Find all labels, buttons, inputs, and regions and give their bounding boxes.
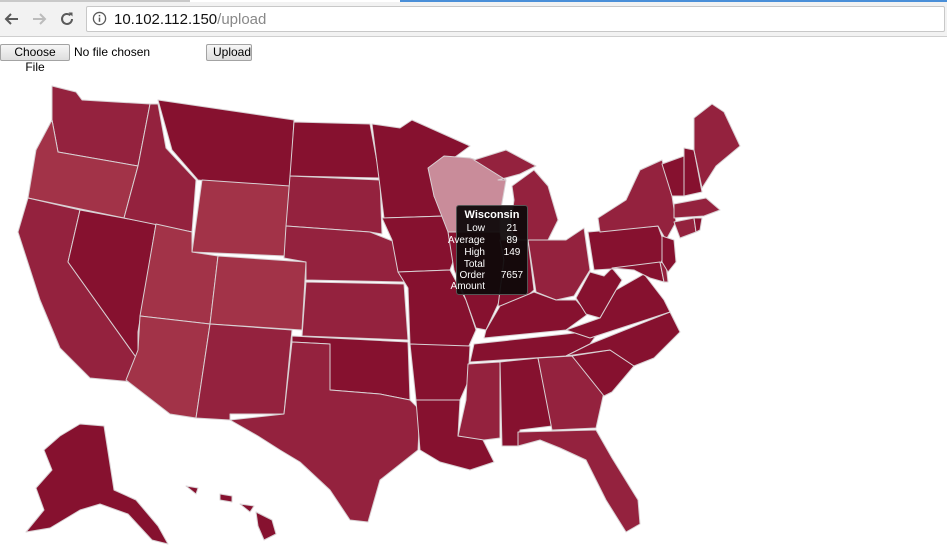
- arrow-right-icon: [33, 13, 47, 25]
- info-icon[interactable]: [92, 11, 107, 26]
- state-rhode-island[interactable]: [693, 217, 703, 233]
- state-north-dakota[interactable]: [289, 121, 381, 179]
- tooltip-row-label: High: [464, 247, 485, 258]
- tooltip-title: Wisconsin: [464, 209, 520, 221]
- state-new-mexico[interactable]: [195, 323, 293, 421]
- state-massachusetts[interactable]: [673, 197, 721, 219]
- tooltip-row: Amount: [451, 281, 527, 293]
- tooltip-row: Average 89: [448, 235, 527, 247]
- tooltip-row-value: 89: [506, 235, 518, 246]
- tooltip-row-label: Low: [466, 223, 485, 234]
- tooltip-row: Low 21: [457, 223, 527, 235]
- url-host: 10.102.112.150: [114, 11, 218, 28]
- tooltip-row-label: Order: [459, 270, 485, 281]
- us-states-map: [17, 85, 741, 545]
- back-button[interactable]: [1, 9, 23, 29]
- reload-button[interactable]: [56, 9, 78, 29]
- tooltip-row-label: Average: [447, 235, 485, 246]
- no-file-label: No file chosen: [74, 45, 151, 59]
- url-text: 10.102.112.150/upload: [114, 11, 266, 28]
- choose-file-button[interactable]: Choose File: [0, 44, 70, 74]
- address-bar[interactable]: 10.102.112.150/upload: [86, 6, 945, 32]
- state-maine[interactable]: [693, 103, 741, 189]
- browser-toolbar: 10.102.112.150/upload: [0, 2, 947, 37]
- upload-button[interactable]: Upload: [206, 44, 252, 61]
- state-florida[interactable]: [517, 429, 641, 533]
- state-south-dakota[interactable]: [285, 175, 383, 235]
- tooltip-row-value: 7657: [500, 270, 524, 281]
- state-connecticut[interactable]: [673, 217, 697, 239]
- tooltip-row-value: 21: [506, 223, 518, 234]
- forward-button[interactable]: [28, 9, 50, 29]
- state-wyoming[interactable]: [191, 179, 291, 257]
- upload-form: Choose File No file chosen Upload: [0, 44, 300, 74]
- state-arizona[interactable]: [125, 315, 211, 419]
- state-alaska[interactable]: [25, 423, 169, 545]
- state-hawaii[interactable]: [185, 485, 277, 541]
- arrow-left-icon: [4, 13, 18, 25]
- tooltip-row: High 149: [457, 247, 527, 259]
- url-path: /upload: [217, 11, 267, 28]
- reload-icon: [61, 12, 73, 25]
- tooltip-row-label: Total: [463, 259, 485, 270]
- tooltip-row-value: 149: [503, 247, 521, 258]
- state-kansas[interactable]: [301, 281, 409, 341]
- state-tooltip: Wisconsin Low 21 Average 89 High 149 Tot…: [448, 205, 528, 295]
- state-arkansas[interactable]: [409, 343, 471, 401]
- state-colorado[interactable]: [209, 255, 307, 331]
- tooltip-row-label: Amount: [450, 281, 485, 292]
